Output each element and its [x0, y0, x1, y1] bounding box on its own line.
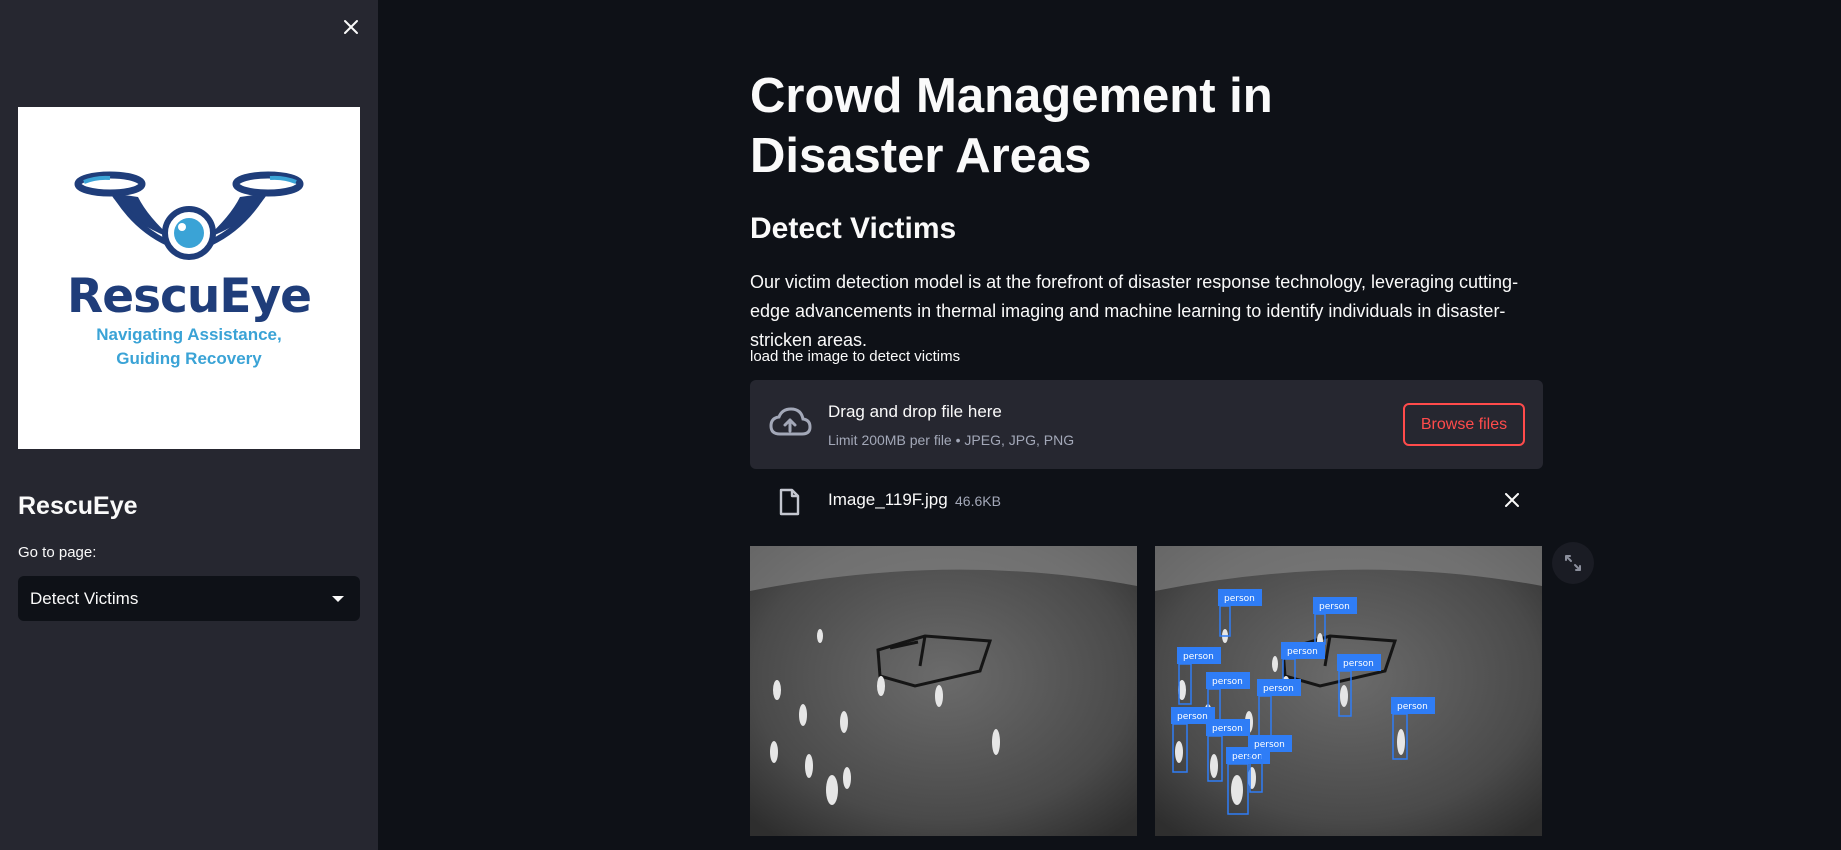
browse-files-button[interactable]: Browse files: [1403, 403, 1525, 446]
remove-file-button[interactable]: [1502, 490, 1522, 510]
drone-eye-logo-icon: [74, 171, 304, 260]
uploaded-file-name: Image_119F.jpg: [828, 490, 948, 509]
logo-tagline-line1: Navigating Assistance,: [96, 325, 282, 344]
sidebar-title: RescuEye: [18, 492, 138, 520]
file-dropzone[interactable]: Drag and drop file here Limit 200MB per …: [750, 380, 1543, 469]
detection-label: person: [1263, 684, 1294, 694]
detection-label: person: [1177, 712, 1208, 722]
original-thermal-image: [750, 546, 1137, 836]
section-title: Detect Victims: [750, 212, 957, 245]
fullscreen-icon: [1565, 555, 1581, 571]
detection-label: person: [1254, 740, 1285, 750]
logo-tagline-line2: Guiding Recovery: [116, 349, 262, 368]
detection-label: person: [1212, 677, 1243, 687]
dropzone-limit-text: Limit 200MB per file • JPEG, JPG, PNG: [828, 432, 1075, 448]
logo-brand-text: RescuEye: [67, 269, 312, 324]
close-icon: [344, 20, 358, 34]
detection-label: person: [1343, 659, 1374, 669]
page-select-value: Detect Victims: [30, 588, 139, 608]
uploaded-file-row: Image_119F.jpg 46.6KB: [750, 480, 1543, 520]
cloud-upload-icon: [769, 407, 812, 436]
detection-result-image: person person person person person person pers…: [1155, 546, 1542, 836]
detection-label: person: [1224, 594, 1255, 604]
logo: RescuEye Navigating Assistance, Guiding …: [18, 107, 360, 449]
sidebar-close-button[interactable]: [338, 14, 364, 40]
detection-label: person: [1212, 724, 1243, 734]
chevron-down-icon: [332, 595, 344, 602]
page-title: Crowd Management in Disaster Areas: [750, 69, 1273, 183]
detection-label: person: [1287, 647, 1318, 657]
uploader-label: load the image to detect victims: [750, 348, 961, 365]
detection-label: person: [1397, 702, 1428, 712]
file-icon: [779, 488, 800, 516]
page-select[interactable]: Detect Victims: [18, 576, 360, 621]
close-icon: [1505, 493, 1519, 507]
detection-label: person: [1319, 602, 1350, 612]
description-text: Our victim detection model is at the for…: [750, 272, 1519, 350]
detection-label: person: [1232, 752, 1263, 762]
nav-label: Go to page:: [18, 544, 97, 561]
sidebar: RescuEye Navigating Assistance, Guiding …: [0, 0, 378, 850]
fullscreen-button[interactable]: [1552, 542, 1594, 584]
dropzone-text: Drag and drop file here: [828, 402, 1002, 421]
detection-label: person: [1183, 652, 1214, 662]
logo-tagline: Navigating Assistance, Guiding Recovery: [18, 323, 360, 371]
uploaded-file-size: 46.6KB: [955, 493, 1001, 509]
